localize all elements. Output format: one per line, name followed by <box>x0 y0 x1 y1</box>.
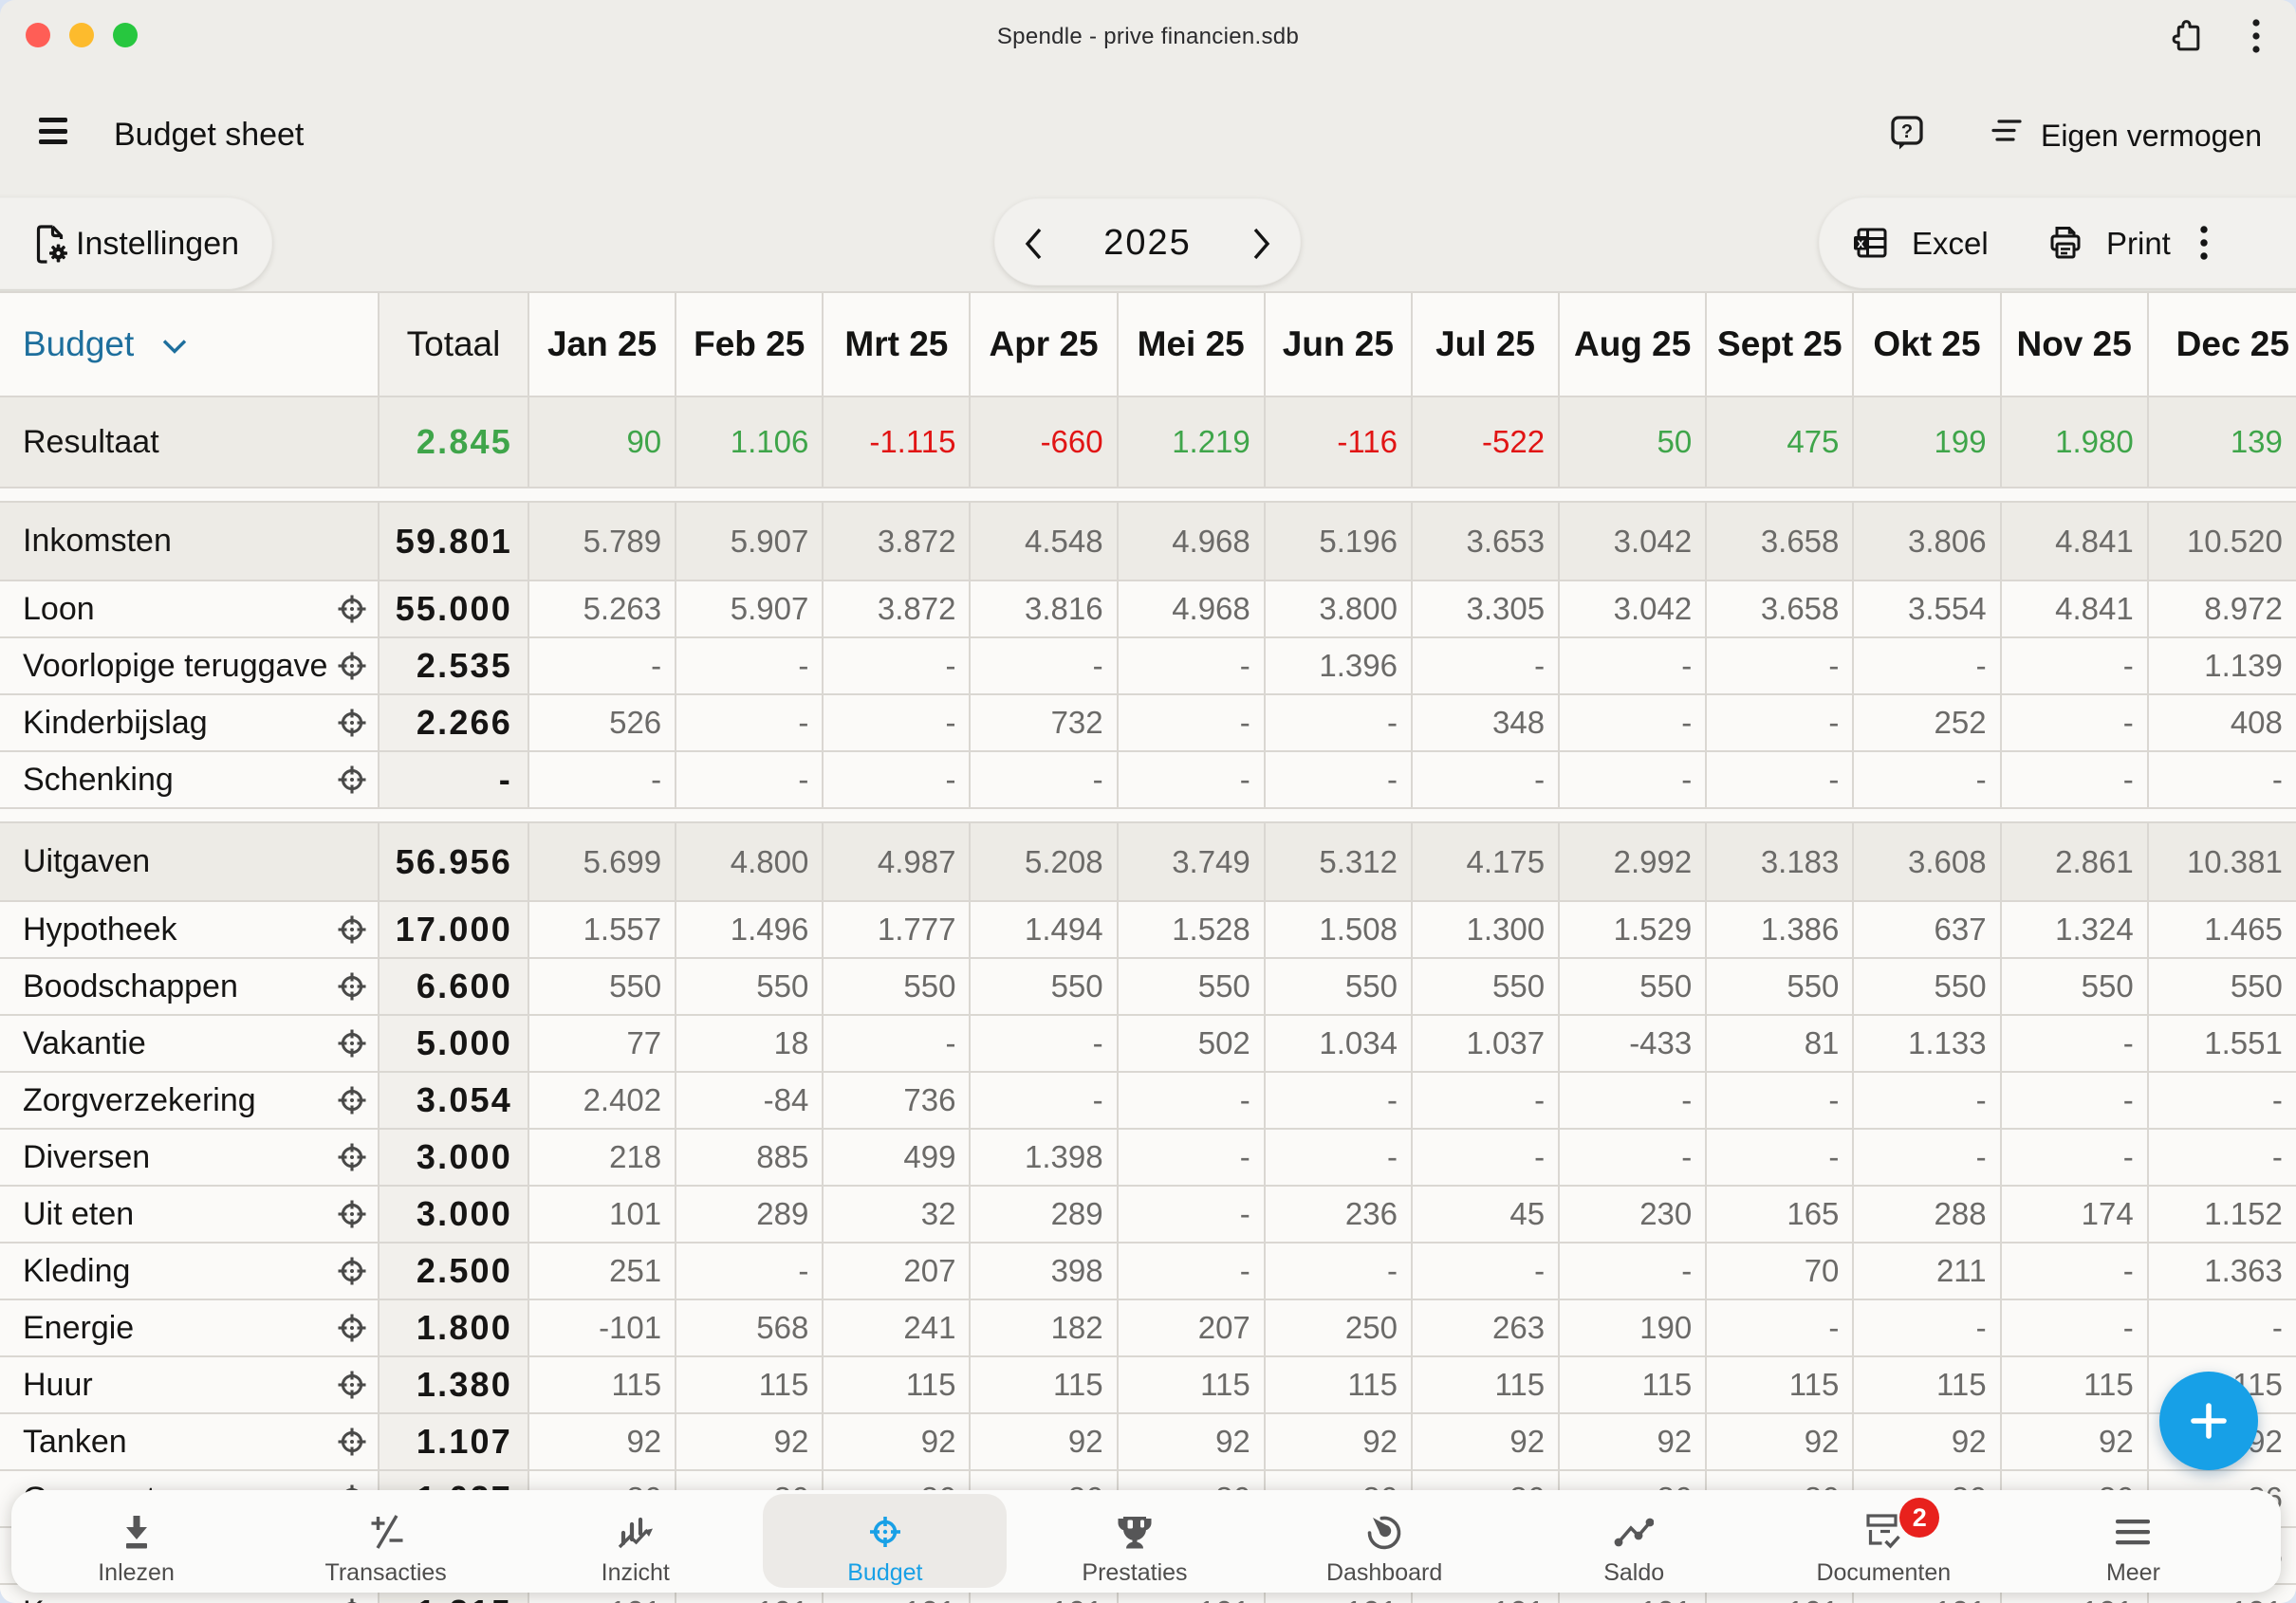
svg-text:?: ? <box>1901 121 1913 142</box>
svg-text:x: x <box>1857 236 1864 250</box>
